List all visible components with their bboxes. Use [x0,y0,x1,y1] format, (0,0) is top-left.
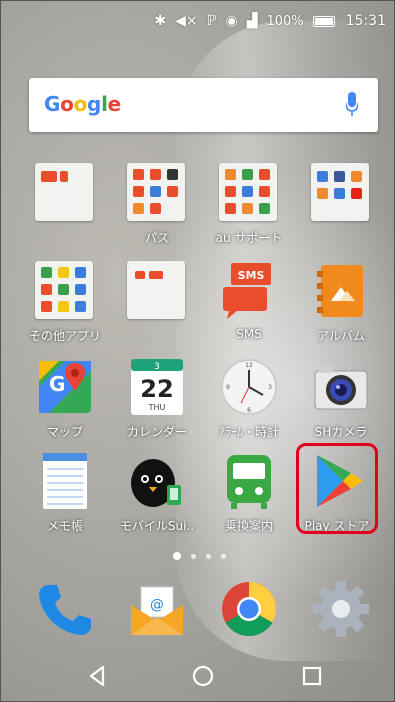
page-dot-active [173,552,181,560]
svg-text:SMS: SMS [238,269,265,282]
svg-text:12: 12 [245,362,253,369]
dock-chrome[interactable] [205,579,293,639]
app-alarm-clock[interactable]: 12 3 6 9 ｱﾗｰﾑ・時計 [205,357,293,440]
svg-text:9: 9 [226,384,230,391]
app-label: SHカメラ [314,425,368,439]
train-icon [227,455,271,509]
clock-time: 15:31 [345,13,386,29]
app-sms[interactable]: SMS SMS [205,261,293,341]
svg-text:3: 3 [154,362,160,372]
album-icon [317,265,363,317]
app-label: カレンダー [126,425,187,439]
app-folder-au-support[interactable]: au サポート [205,163,293,246]
google-search-bar[interactable]: Google [29,78,378,132]
app-folder-2[interactable] [113,261,201,327]
status-bar: ✱ ◀× ℙ ◉ ▟ 100% 15:31 [1,1,394,41]
recents-button[interactable] [297,661,327,691]
svg-text:22: 22 [140,375,173,403]
app-label: モバイルSui.. [119,519,195,533]
navigation-bar [1,651,394,701]
app-folder-pass[interactable]: パス [113,163,201,246]
folder-icon [219,163,277,221]
svg-text:@: @ [150,597,164,613]
folder-icon [127,163,185,221]
camera-icon [314,366,368,410]
dock-settings[interactable] [297,579,385,639]
svg-text:G: G [49,372,65,396]
app-album[interactable]: アルバム [297,261,385,344]
app-label: au サポート [215,231,283,245]
app-label: ｱﾗｰﾑ・時計 [218,425,279,439]
app-memo[interactable]: メモ帳 [21,451,109,534]
battery-icon [312,15,335,27]
page-dot [221,553,226,559]
settings-icon [313,581,369,637]
play-store-highlight [296,443,378,534]
page-dot [206,553,211,559]
page-indicator [173,552,226,560]
folder-icon [35,261,93,319]
home-button[interactable] [188,661,218,691]
signal-icon: ▟ [246,13,258,29]
wifi-icon: ◉ [225,13,238,29]
calendar-icon: 3 22 THU [131,359,183,415]
google-logo: Google [44,92,121,116]
app-label: メモ帳 [46,519,83,533]
home-screen: ✱ ◀× ℙ ◉ ▟ 100% 15:31 Google パス au サポート … [0,0,395,702]
svg-text:THU: THU [148,403,166,412]
app-label: パス [144,231,169,245]
app-label: その他アプリ [28,329,101,343]
phone-icon [39,585,91,635]
app-folder-4[interactable] [297,163,385,229]
app-label: アルバム [317,329,365,343]
app-mobile-suica[interactable]: モバイルSui.. [113,451,201,534]
microphone-icon[interactable] [346,92,358,118]
app-sh-camera[interactable]: SHカメラ [297,357,385,440]
battery-percent: 100% [266,13,304,29]
app-label: マップ [46,425,83,439]
chrome-icon [222,582,277,637]
svg-text:3: 3 [268,384,272,391]
app-folder-other-apps[interactable]: その他アプリ [21,261,109,344]
app-maps[interactable]: G マップ [21,357,109,440]
app-folder-1[interactable] [21,163,109,229]
folder-icon [311,163,369,221]
folder-icon [127,261,185,319]
sms-icon: SMS [223,263,271,319]
email-icon: @ [131,586,183,635]
app-transit[interactable]: 乗換案内 [205,451,293,534]
nfc-icon: ℙ [206,13,217,29]
page-dot [191,553,196,559]
app-label: SMS [236,327,262,341]
penguin-icon [131,459,181,507]
notepad-icon [43,453,87,509]
app-calendar[interactable]: 3 22 THU カレンダー [113,357,201,440]
bluetooth-icon: ✱ [154,13,167,29]
svg-text:6: 6 [247,407,251,414]
dock-phone[interactable] [21,579,109,639]
dock-email[interactable]: @ [113,579,201,639]
maps-icon: G [39,361,91,413]
clock-icon: 12 3 6 9 [221,359,277,415]
mute-icon: ◀× [175,13,198,29]
folder-icon [35,163,93,221]
app-label: 乗換案内 [224,519,273,533]
back-button[interactable] [83,661,113,691]
